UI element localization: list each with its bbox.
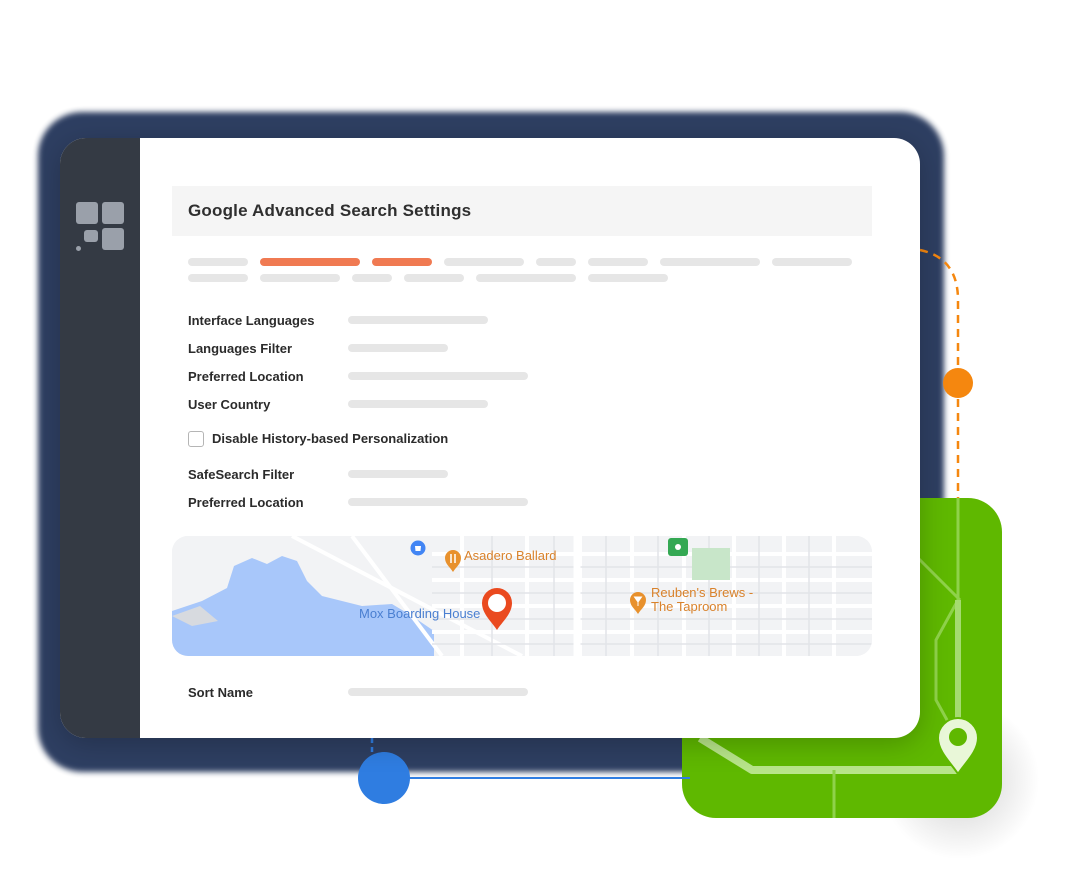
tab-placeholder[interactable] <box>188 258 248 266</box>
disable-history-checkbox[interactable] <box>188 431 204 447</box>
shopping-pin-icon <box>410 540 426 556</box>
tab-placeholder[interactable] <box>188 274 248 282</box>
orange-dot <box>943 368 973 398</box>
map-label-asadero-ballard[interactable]: Asadero Ballard <box>464 548 557 563</box>
tab-placeholder[interactable] <box>772 258 852 266</box>
blue-dot <box>358 752 410 804</box>
field-value-interface-languages[interactable] <box>348 316 488 324</box>
map-label-reubens-brews-line2[interactable]: The Taproom <box>651 600 727 614</box>
field-label-preferred-location: Preferred Location <box>188 369 304 384</box>
field-value-languages-filter[interactable] <box>348 344 448 352</box>
tab-placeholder[interactable] <box>536 258 576 266</box>
tab-placeholder[interactable] <box>404 274 464 282</box>
app-logo-icon[interactable] <box>76 202 126 252</box>
tab-placeholder[interactable] <box>352 274 392 282</box>
tab-placeholder[interactable] <box>444 258 524 266</box>
disable-history-label[interactable]: Disable History-based Personalization <box>212 431 448 446</box>
route-line <box>934 498 960 741</box>
field-label-languages-filter: Languages Filter <box>188 341 293 356</box>
map-label-reubens-brews-line1[interactable]: Reuben's Brews - <box>651 586 753 600</box>
field-label-user-country: User Country <box>188 397 271 412</box>
map-label-mox-boarding-house[interactable]: Mox Boarding House <box>359 606 480 621</box>
field-value-preferred-location[interactable] <box>348 372 528 380</box>
location-map[interactable]: Asadero Ballard Mox Boarding House Reube… <box>172 536 872 656</box>
field-value-preferred-location-2[interactable] <box>348 498 528 506</box>
field-value-user-country[interactable] <box>348 400 488 408</box>
page-title: Google Advanced Search Settings <box>188 201 472 220</box>
field-label-safesearch-filter: SafeSearch Filter <box>188 467 295 482</box>
tab-placeholder[interactable] <box>588 274 668 282</box>
tab-placeholder[interactable] <box>260 274 340 282</box>
destination-pin-icon <box>936 717 980 776</box>
field-label-interface-languages: Interface Languages <box>188 313 315 328</box>
tab-placeholder[interactable] <box>476 274 576 282</box>
route-main <box>697 734 958 774</box>
tab-active-placeholder[interactable] <box>372 258 432 266</box>
title-bar: Google Advanced Search Settings <box>172 186 872 236</box>
settings-content: Google Advanced Search Settings Interfac… <box>140 138 920 738</box>
tab-placeholder[interactable] <box>660 258 760 266</box>
tab-active-placeholder[interactable] <box>260 258 360 266</box>
settings-window: Google Advanced Search Settings Interfac… <box>60 138 920 738</box>
sidebar <box>60 138 140 738</box>
field-value-sort-name[interactable] <box>348 688 528 696</box>
tab-placeholder[interactable] <box>588 258 648 266</box>
field-label-preferred-location-2: Preferred Location <box>188 495 304 510</box>
field-value-safesearch-filter[interactable] <box>348 470 448 478</box>
map-park <box>692 548 730 580</box>
field-label-sort-name: Sort Name <box>188 685 254 700</box>
